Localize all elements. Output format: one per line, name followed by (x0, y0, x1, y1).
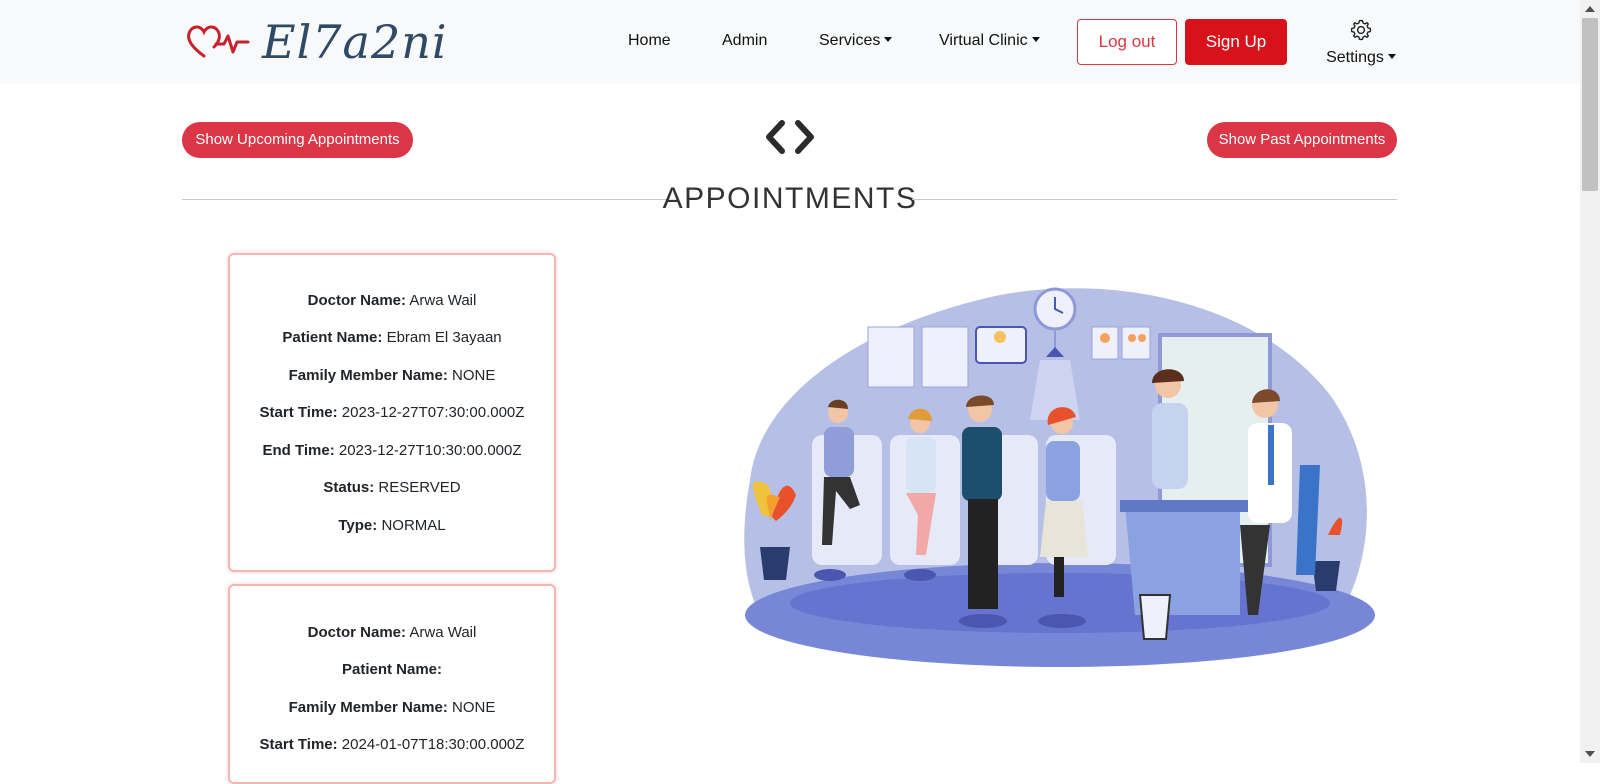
appointment-card: Doctor Name: Arwa Wail Patient Name: Fam… (228, 584, 556, 784)
nav-admin[interactable]: Admin (722, 32, 767, 50)
show-upcoming-appointments-button[interactable]: Show Upcoming Appointments (182, 122, 413, 158)
heart-pulse-icon (186, 22, 250, 62)
patient-name-value: Ebram El 3ayaan (386, 329, 502, 346)
patient-name-row: Patient Name: (230, 661, 554, 679)
settings-menu[interactable]: Settings (1326, 18, 1396, 67)
family-member-label: Family Member Name: (288, 367, 448, 384)
family-member-label: Family Member Name: (288, 699, 448, 716)
doctor-name-row: Doctor Name: Arwa Wail (230, 292, 554, 310)
start-time-label: Start Time: (259, 404, 338, 421)
type-row: Type: NORMAL (230, 517, 554, 535)
start-time-row: Start Time: 2024-01-07T18:30:00.000Z (230, 736, 554, 754)
settings-label: Settings (1326, 49, 1396, 67)
patient-name-row: Patient Name: Ebram El 3ayaan (230, 329, 554, 347)
nav-home[interactable]: Home (628, 32, 671, 50)
section-title: APPOINTMENTS (662, 182, 918, 215)
navbar: El7a2ni Home Admin Services Virtual Clin… (0, 0, 1580, 84)
scroll-down-arrow-icon[interactable] (1585, 751, 1595, 757)
start-time-row: Start Time: 2023-12-27T07:30:00.000Z (230, 404, 554, 422)
show-past-appointments-button[interactable]: Show Past Appointments (1207, 122, 1397, 158)
gear-icon (1349, 19, 1373, 46)
signup-button[interactable]: Sign Up (1185, 19, 1287, 65)
family-member-value: NONE (452, 699, 496, 716)
brand-logo[interactable]: El7a2ni (186, 14, 448, 70)
doctor-name-label: Doctor Name: (307, 292, 407, 309)
caret-down-icon (884, 37, 893, 42)
patient-name-label: Patient Name: (341, 661, 443, 678)
nav-services[interactable]: Services (819, 32, 893, 50)
start-time-label: Start Time: (259, 736, 338, 753)
divider-left (182, 199, 667, 200)
family-member-value: NONE (452, 367, 496, 384)
doctor-name-value: Arwa Wail (409, 624, 477, 641)
patient-name-label: Patient Name: (282, 329, 383, 346)
end-time-value: 2023-12-27T10:30:00.000Z (338, 442, 522, 459)
nav-services-label: Services (819, 32, 881, 49)
start-time-value: 2024-01-07T18:30:00.000Z (341, 736, 525, 753)
scroll-up-arrow-icon[interactable] (1585, 6, 1595, 12)
start-time-value: 2023-12-27T07:30:00.000Z (341, 404, 525, 421)
status-row: Status: RESERVED (230, 479, 554, 497)
status-value: RESERVED (378, 479, 461, 496)
doctor-name-value: Arwa Wail (409, 292, 477, 309)
doctor-name-label: Doctor Name: (307, 624, 407, 641)
doctor-name-row: Doctor Name: Arwa Wail (230, 624, 554, 642)
divider-right (912, 199, 1397, 200)
end-time-row: End Time: 2023-12-27T10:30:00.000Z (230, 442, 554, 460)
type-label: Type: (338, 517, 378, 534)
family-member-row: Family Member Name: NONE (230, 367, 554, 385)
family-member-row: Family Member Name: NONE (230, 699, 554, 717)
scroll-thumb[interactable] (1582, 18, 1598, 191)
appointment-card: Doctor Name: Arwa Wail Patient Name: Ebr… (228, 253, 556, 572)
code-arrows-icon[interactable] (764, 118, 816, 156)
logout-button[interactable]: Log out (1077, 19, 1177, 65)
clinic-waiting-room-illustration (740, 285, 1385, 685)
status-label: Status: (323, 479, 375, 496)
nav-virtual-clinic-label: Virtual Clinic (939, 32, 1028, 49)
caret-down-icon (1387, 54, 1396, 59)
settings-label-text: Settings (1326, 49, 1384, 66)
brand-name: El7a2ni (262, 15, 448, 69)
caret-down-icon (1031, 37, 1040, 42)
end-time-label: End Time: (262, 442, 335, 459)
page-scrollbar[interactable] (1580, 0, 1600, 763)
type-value: NORMAL (381, 517, 446, 534)
nav-virtual-clinic[interactable]: Virtual Clinic (939, 32, 1040, 50)
